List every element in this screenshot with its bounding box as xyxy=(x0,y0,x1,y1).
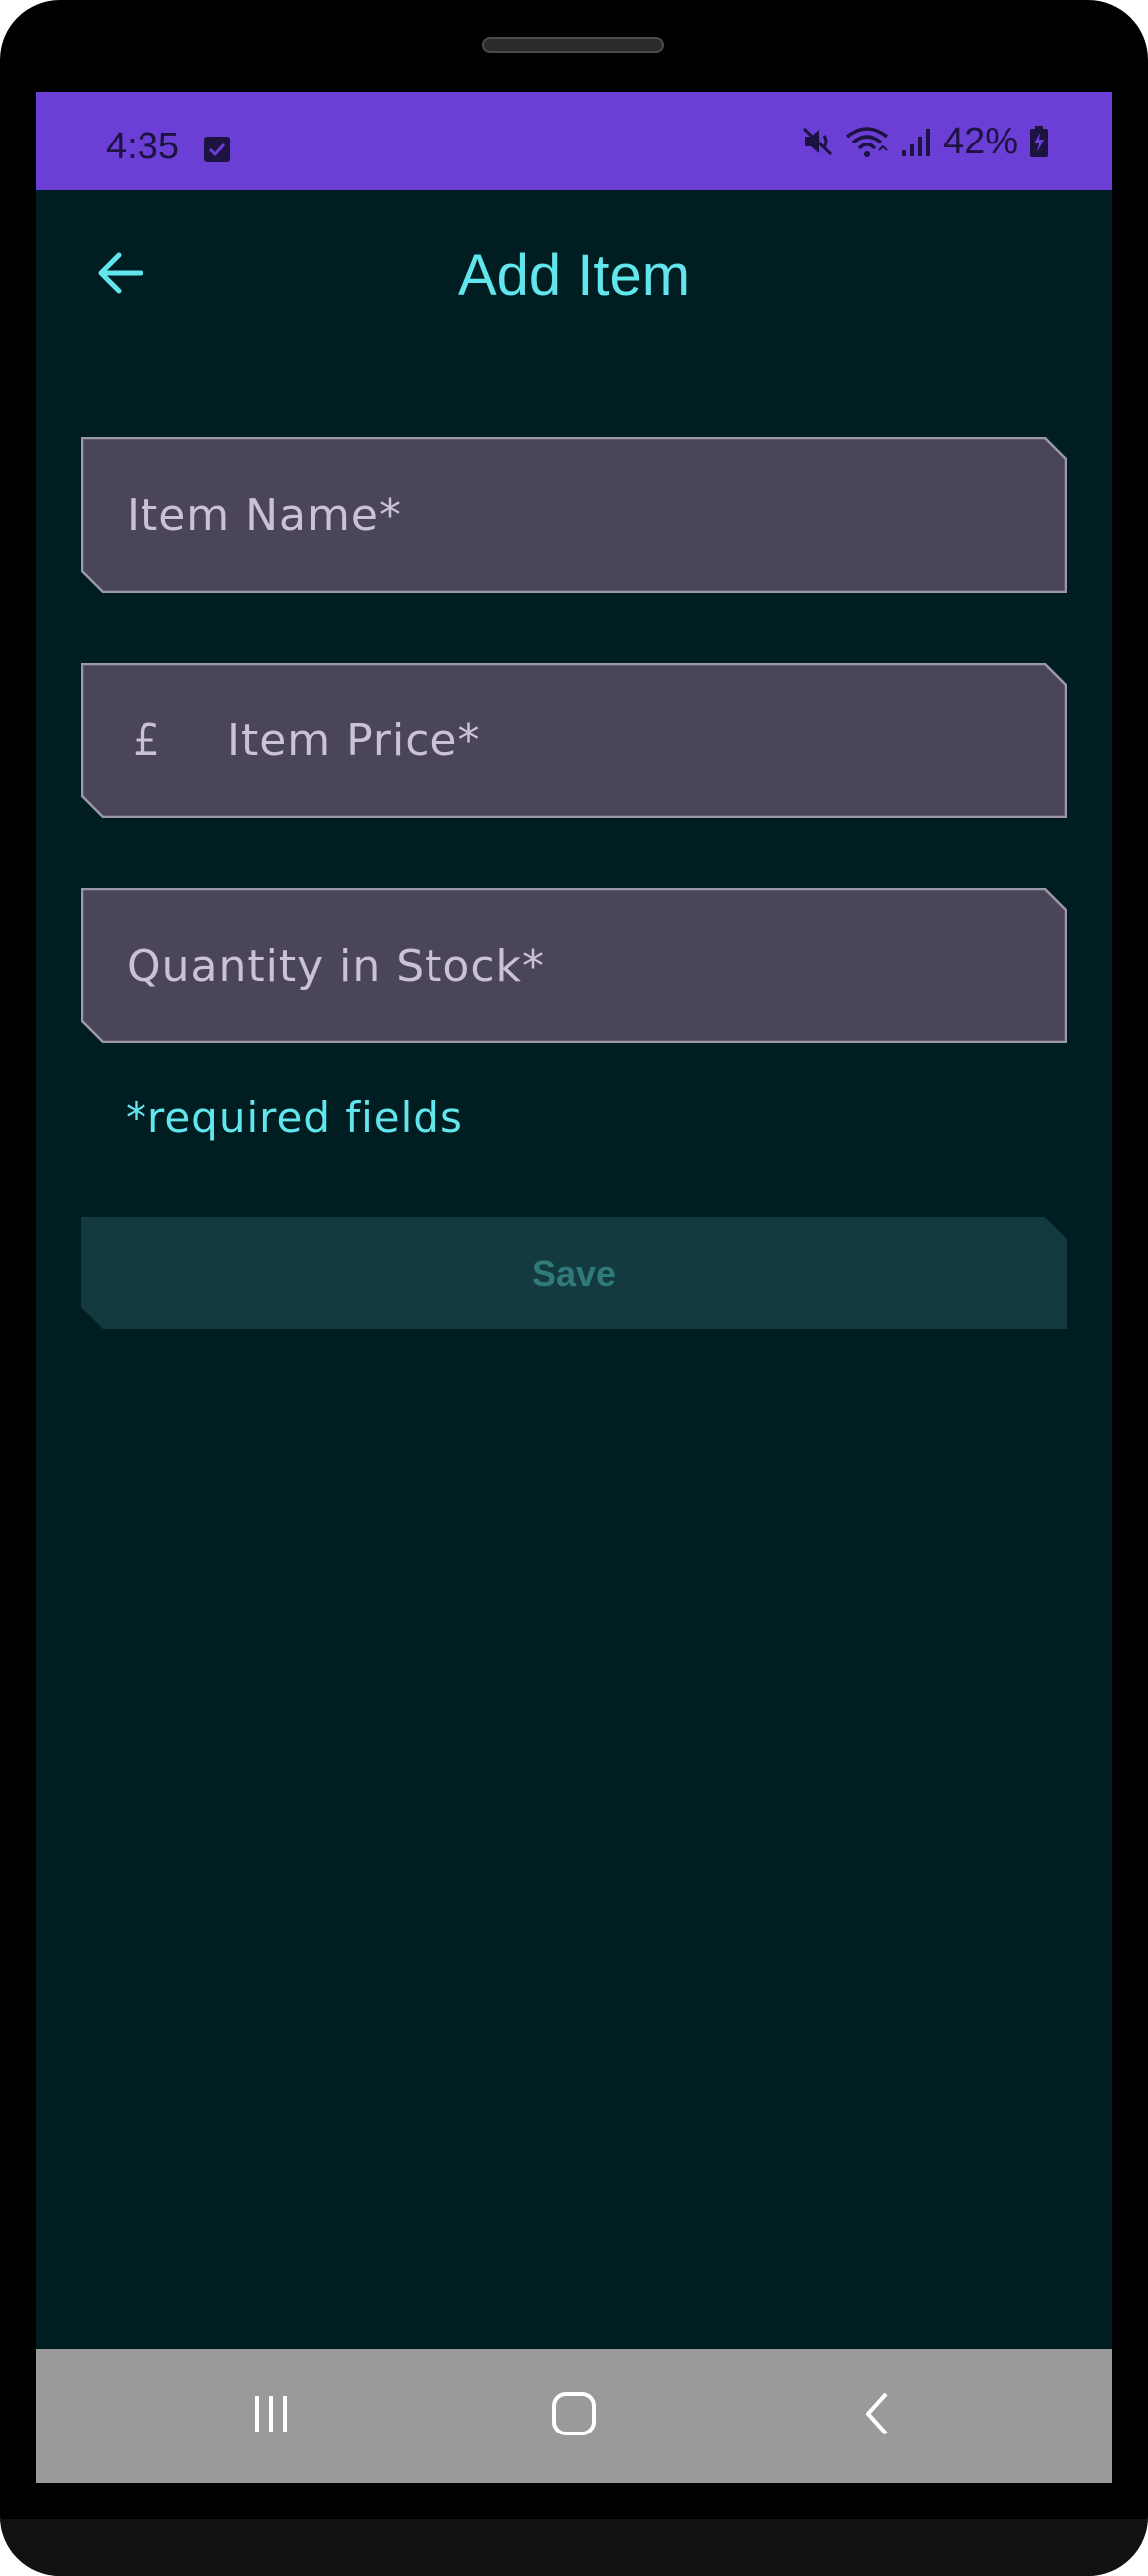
status-icons: 42% xyxy=(801,120,1050,162)
save-button-label: Save xyxy=(531,1252,617,1293)
item-price-placeholder: Item Price* xyxy=(227,715,481,766)
item-name-placeholder: Item Name* xyxy=(127,489,402,541)
system-nav-bar xyxy=(36,2349,1112,2483)
wifi-icon xyxy=(845,125,889,158)
quantity-placeholder: Quantity in Stock* xyxy=(127,940,545,992)
bottom-bezel xyxy=(0,2519,1148,2576)
recent-apps-button[interactable] xyxy=(191,2349,351,2483)
battery-charging-icon xyxy=(1028,125,1050,158)
save-button[interactable]: Save xyxy=(81,1217,1067,1329)
phone-frame: 4:35 42% Add Item Item Name* £ Item Pric… xyxy=(0,0,1148,2576)
signal-icon xyxy=(899,125,933,158)
task-check-icon xyxy=(203,136,231,163)
currency-prefix: £ xyxy=(133,715,160,766)
status-bar: 4:35 42% xyxy=(36,92,1112,190)
status-time: 4:35 xyxy=(106,126,179,167)
home-icon xyxy=(550,2390,598,2442)
top-app-bar: Add Item xyxy=(36,190,1112,376)
quantity-field[interactable]: Quantity in Stock* xyxy=(81,888,1067,1043)
battery-percentage: 42% xyxy=(942,120,1018,162)
back-icon xyxy=(854,2390,902,2442)
home-button[interactable] xyxy=(494,2349,654,2483)
item-name-field[interactable]: Item Name* xyxy=(81,437,1067,593)
page-title: Add Item xyxy=(457,243,691,308)
item-price-field[interactable]: £ Item Price* xyxy=(81,663,1067,818)
recent-apps-icon xyxy=(247,2390,295,2442)
system-back-button[interactable] xyxy=(798,2349,958,2483)
required-fields-note: *required fields xyxy=(126,1093,463,1142)
mute-icon xyxy=(801,125,835,158)
app-screen: 4:35 42% Add Item Item Name* £ Item Pric… xyxy=(36,92,1112,2483)
earpiece-speaker xyxy=(482,37,664,53)
